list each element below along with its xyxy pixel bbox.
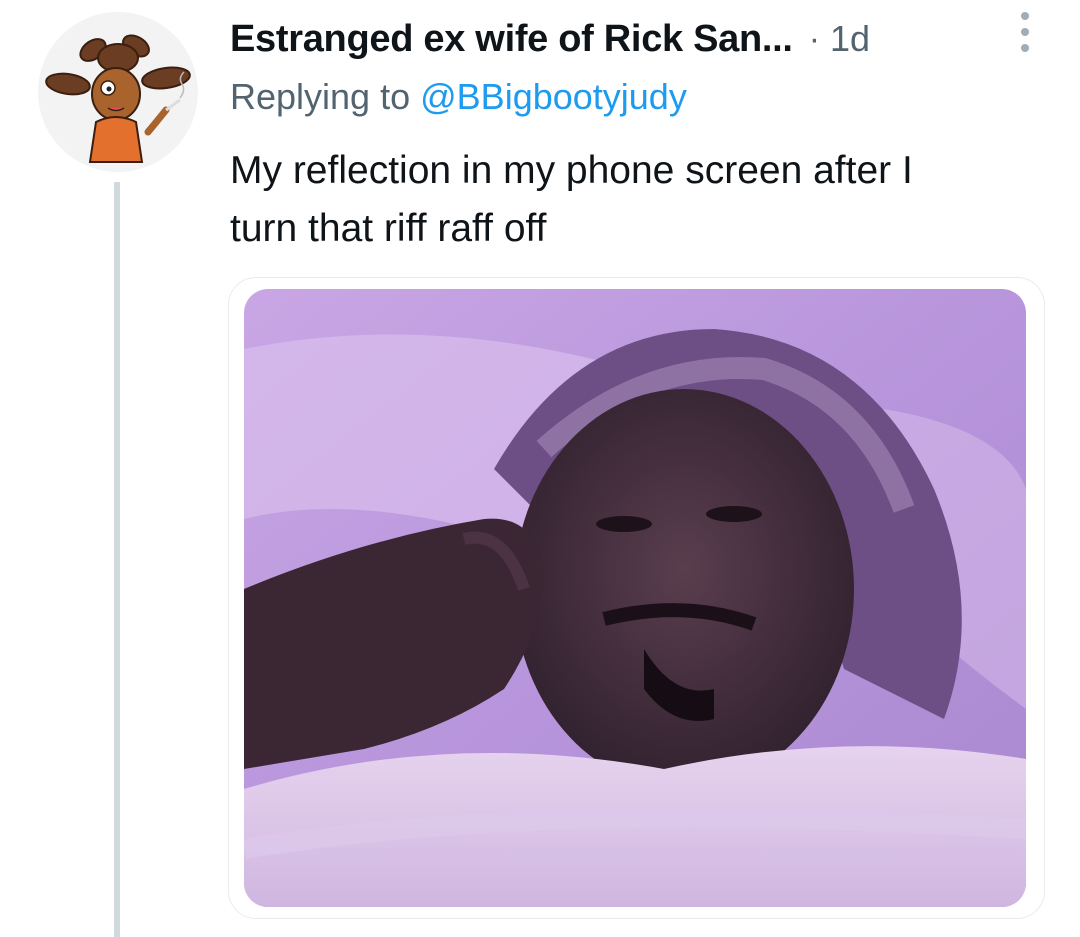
timestamp[interactable]: 1d	[830, 18, 870, 60]
cartoon-character-avatar-icon	[38, 12, 198, 172]
separator-dot: ·	[808, 19, 821, 58]
replying-handle-link[interactable]: @BBigbootyjudy	[420, 76, 687, 117]
tweet-text-line: My reflection in my phone screen after I	[230, 149, 913, 192]
display-name[interactable]: Estranged ex wife of Rick San...	[230, 18, 793, 61]
tweet-header: Estranged ex wife of Rick San... · 1d	[230, 14, 1050, 64]
dot	[1021, 28, 1029, 36]
thread-line	[114, 182, 120, 937]
tweet-text-line: turn that riff raff off	[230, 207, 547, 250]
tweet-text: My reflection in my phone screen after I…	[230, 142, 1050, 258]
replying-to: Replying to @BBigbootyjudy	[230, 76, 687, 118]
tweet-photo[interactable]	[244, 289, 1026, 907]
tweet[interactable]: Estranged ex wife of Rick San... · 1d Re…	[0, 0, 1080, 937]
dot	[1021, 44, 1029, 52]
avatar[interactable]	[38, 12, 198, 172]
more-options-icon[interactable]	[1018, 12, 1032, 52]
dot	[1021, 12, 1029, 20]
replying-prefix: Replying to	[230, 76, 411, 117]
photo-image	[244, 289, 1026, 907]
